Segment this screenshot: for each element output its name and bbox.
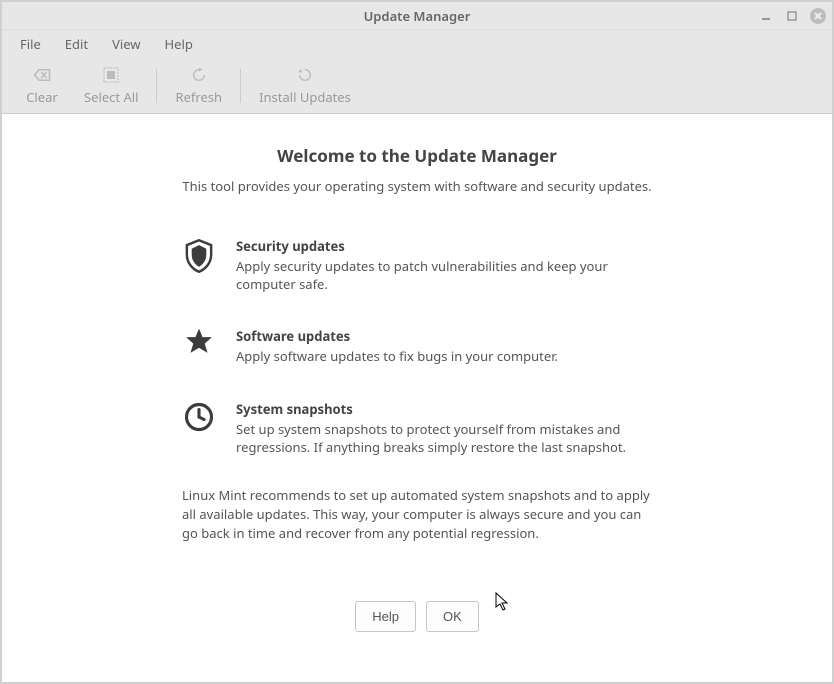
feature-security-updates: Security updates Apply security updates … bbox=[182, 237, 652, 293]
help-button[interactable]: Help bbox=[355, 601, 416, 632]
menu-view[interactable]: View bbox=[102, 31, 150, 57]
menubar: File Edit View Help bbox=[2, 30, 832, 58]
window: Update Manager File Edit View Help Clear bbox=[0, 0, 834, 684]
feature-list: Security updates Apply security updates … bbox=[62, 237, 772, 456]
main-content: Welcome to the Update Manager This tool … bbox=[2, 114, 832, 682]
toolbar: Clear Select All Refresh Install Updates bbox=[2, 58, 832, 114]
menu-help[interactable]: Help bbox=[155, 31, 203, 57]
toolbar-separator bbox=[240, 69, 241, 103]
feature-system-snapshots: System snapshots Set up system snapshots… bbox=[182, 400, 652, 456]
menu-edit[interactable]: Edit bbox=[55, 31, 98, 57]
clock-icon bbox=[182, 400, 216, 456]
toolbar-separator bbox=[156, 69, 157, 103]
feature-body: Apply security updates to patch vulnerab… bbox=[236, 257, 652, 293]
feature-body: Set up system snapshots to protect yours… bbox=[236, 420, 652, 456]
menu-file[interactable]: File bbox=[10, 31, 51, 57]
refresh-button[interactable]: Refresh bbox=[163, 62, 234, 110]
dialog-buttons: Help OK bbox=[62, 601, 772, 662]
recommendation-text: Linux Mint recommends to set up automate… bbox=[62, 486, 772, 543]
close-button[interactable] bbox=[810, 8, 826, 24]
select-all-label: Select All bbox=[84, 88, 138, 106]
clear-icon bbox=[33, 66, 51, 84]
feature-title: Software updates bbox=[236, 327, 558, 345]
shield-icon bbox=[182, 237, 216, 293]
feature-title: Security updates bbox=[236, 237, 652, 255]
install-updates-label: Install Updates bbox=[259, 88, 351, 106]
feature-title: System snapshots bbox=[236, 400, 652, 418]
feature-body: Apply software updates to fix bugs in yo… bbox=[236, 347, 558, 365]
minimize-button[interactable] bbox=[758, 8, 774, 24]
window-controls bbox=[758, 2, 826, 29]
titlebar: Update Manager bbox=[2, 2, 832, 30]
welcome-title: Welcome to the Update Manager bbox=[62, 144, 772, 167]
install-updates-button[interactable]: Install Updates bbox=[247, 62, 363, 110]
refresh-icon bbox=[190, 66, 208, 84]
select-all-button[interactable]: Select All bbox=[72, 62, 150, 110]
clear-button[interactable]: Clear bbox=[12, 62, 72, 110]
minimize-icon bbox=[761, 11, 771, 21]
welcome-subtitle: This tool provides your operating system… bbox=[62, 177, 772, 195]
clear-label: Clear bbox=[26, 88, 58, 106]
refresh-label: Refresh bbox=[175, 88, 222, 106]
install-icon bbox=[296, 66, 314, 84]
ok-button[interactable]: OK bbox=[426, 601, 479, 632]
select-all-icon bbox=[102, 66, 120, 84]
star-icon bbox=[182, 327, 216, 365]
window-title: Update Manager bbox=[364, 7, 471, 25]
close-icon bbox=[813, 11, 823, 21]
maximize-button[interactable] bbox=[784, 8, 800, 24]
maximize-icon bbox=[787, 11, 797, 21]
feature-software-updates: Software updates Apply software updates … bbox=[182, 327, 652, 365]
